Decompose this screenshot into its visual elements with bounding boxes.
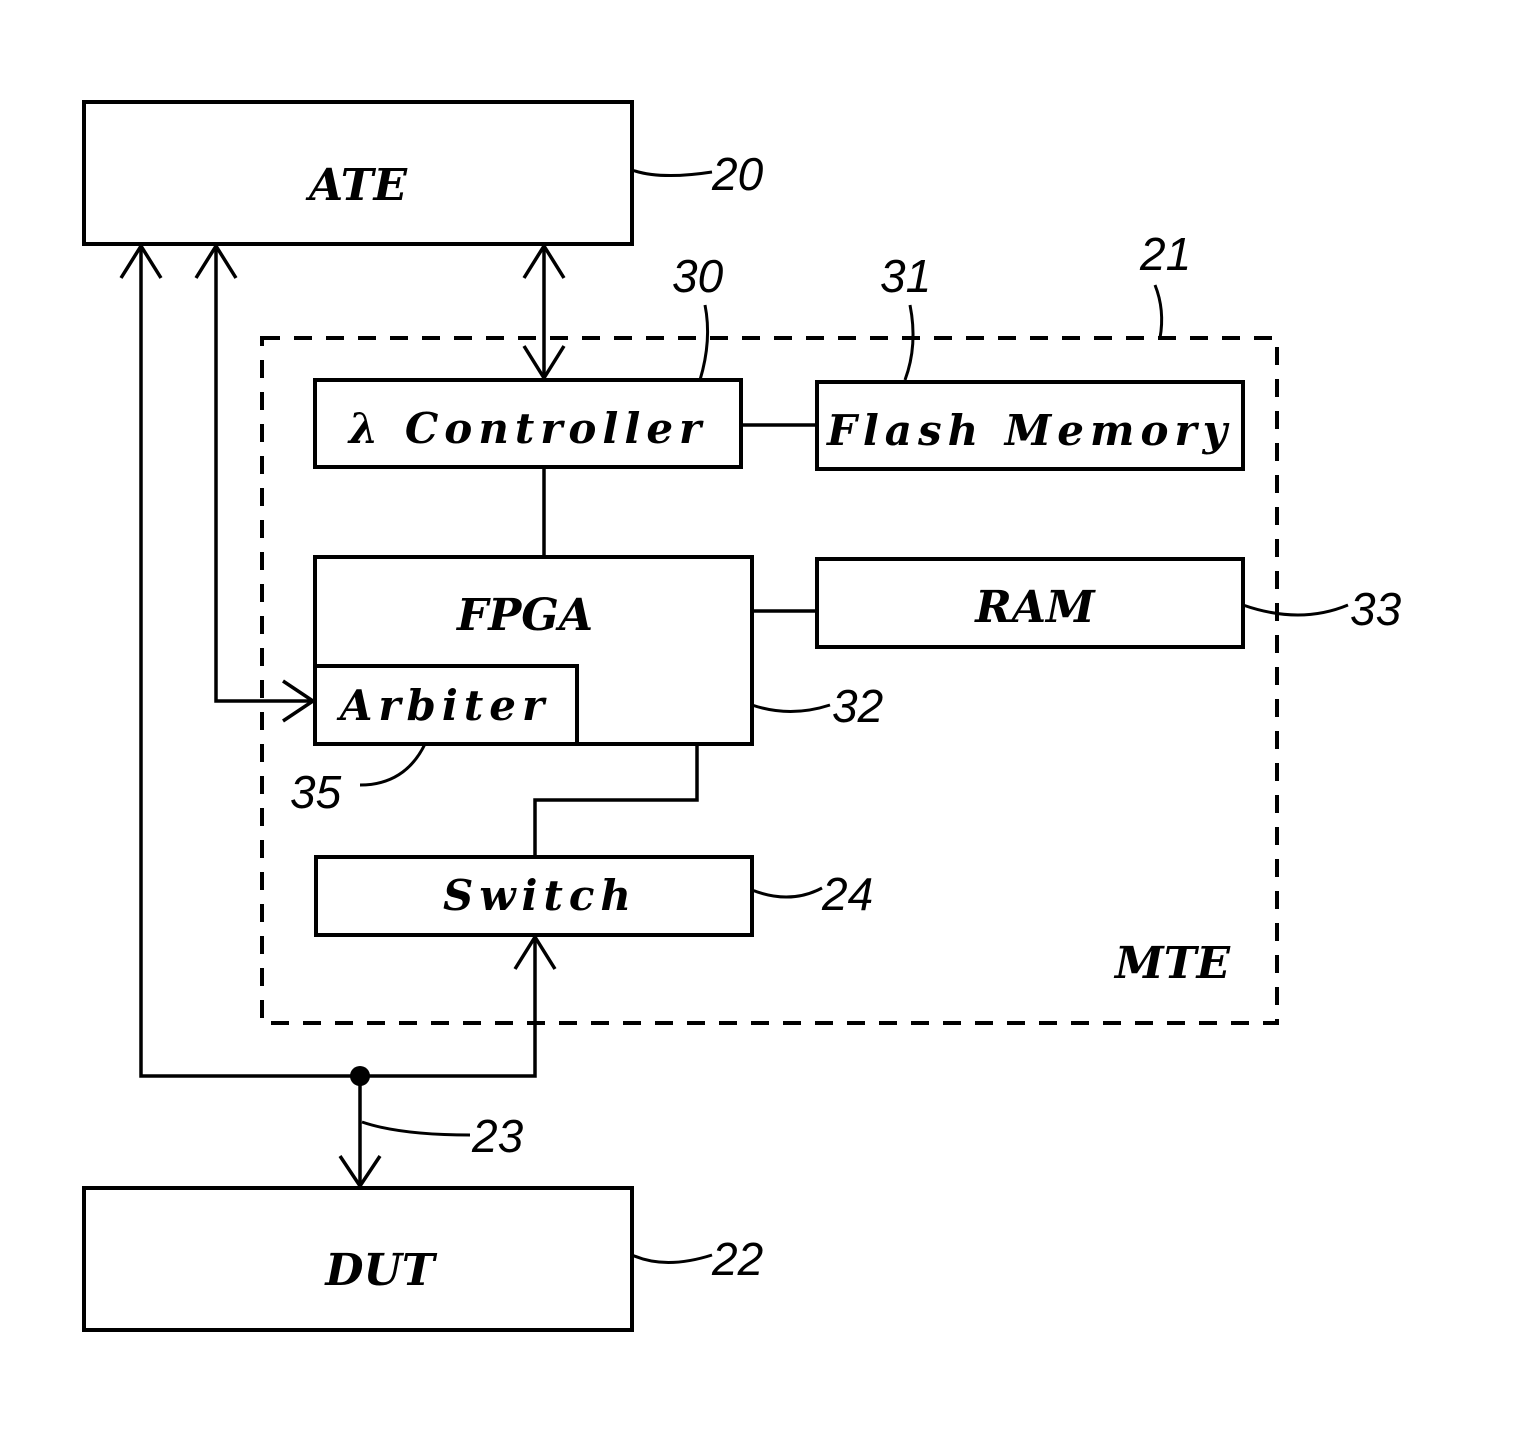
ate-block: ATE <box>82 100 634 246</box>
dut-label: DUT <box>323 1245 438 1296</box>
switch-ref: 24 <box>821 868 873 920</box>
fpga-switch-link <box>533 744 699 857</box>
fpga-label: FPGA <box>455 590 593 641</box>
bus-dut-arrow <box>338 1076 382 1190</box>
controller-label: λ Controller <box>347 404 707 453</box>
ram-leader <box>1242 603 1349 617</box>
mte-leader <box>1153 284 1164 339</box>
ate-ref: 20 <box>711 148 764 200</box>
flash-memory-block: Flash Memory <box>815 380 1245 471</box>
flash-memory-label: Flash Memory <box>826 406 1233 455</box>
controller-leader <box>698 304 710 381</box>
dut-leader <box>631 1253 713 1264</box>
bus-leader <box>361 1120 471 1137</box>
block-diagram: ATE 20 λ Controller 30 Flash Memory 31 2… <box>82 100 1402 1332</box>
dut-block: DUT <box>82 1186 634 1332</box>
controller-ref: 30 <box>672 250 724 302</box>
arbiter-ref: 35 <box>290 766 342 818</box>
switch-leader <box>751 886 823 899</box>
ram-ref: 33 <box>1350 583 1402 635</box>
flash-leader <box>903 304 915 381</box>
dut-ref: 22 <box>711 1233 763 1285</box>
arbiter-label: Arbiter <box>336 681 550 730</box>
ram-block: RAM <box>815 557 1245 649</box>
mte-label: MTE <box>1113 938 1231 989</box>
flash-ref: 31 <box>880 250 931 302</box>
ate-controller-arrow <box>522 242 566 382</box>
switch-block: Switch <box>314 855 754 937</box>
arbiter-leader <box>359 743 427 787</box>
ram-label: RAM <box>973 582 1096 633</box>
ate-label: ATE <box>305 160 408 211</box>
controller-block: λ Controller <box>313 378 743 469</box>
switch-label: Switch <box>443 871 637 920</box>
ate-leader <box>631 168 713 178</box>
fpga-ref: 32 <box>832 680 883 732</box>
arbiter-block: Arbiter <box>313 664 579 746</box>
fpga-leader <box>751 703 831 713</box>
ate-arbiter-arrow <box>194 242 317 723</box>
bus-ref: 23 <box>471 1110 524 1162</box>
mte-ref: 21 <box>1139 228 1191 280</box>
